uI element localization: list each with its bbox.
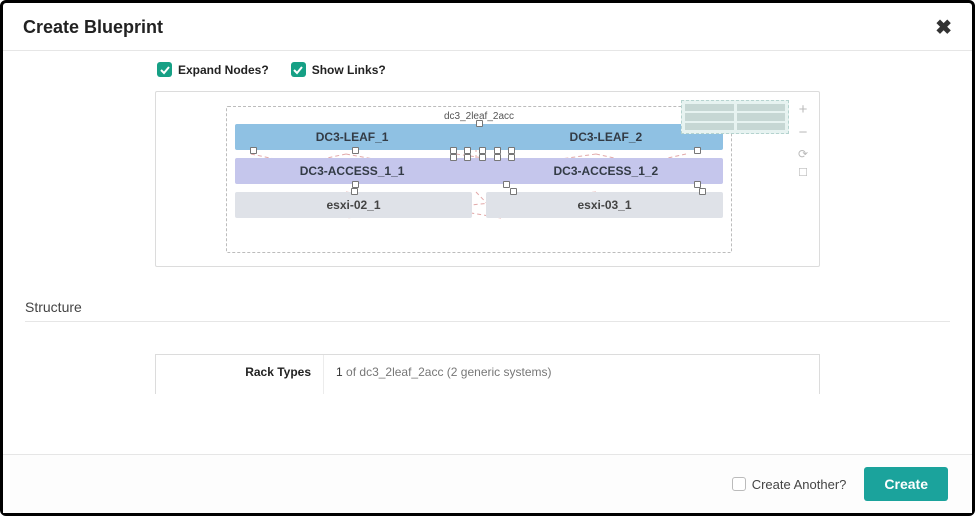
system-node[interactable]: esxi-02_1: [235, 192, 472, 218]
port-icon: [494, 154, 501, 161]
rack-types-value[interactable]: 1 of dc3_2leaf_2acc (2 generic systems): [324, 355, 819, 394]
show-links-label: Show Links?: [312, 63, 386, 77]
rack-types-count: 1: [336, 365, 343, 379]
zoom-out-icon[interactable]: −: [799, 125, 808, 140]
port-icon: [694, 147, 701, 154]
port-icon: [508, 154, 515, 161]
port-icon: [450, 154, 457, 161]
expand-nodes-label: Expand Nodes?: [178, 63, 269, 77]
modal-body: Topology Preview Expand Nodes? Show Link…: [3, 51, 972, 454]
show-links-checkbox[interactable]: Show Links?: [291, 62, 386, 77]
port-icon: [699, 188, 706, 195]
system-label: esxi-03_1: [577, 198, 631, 212]
zoom-in-icon[interactable]: +: [799, 102, 808, 117]
port-icon: [508, 147, 515, 154]
port-icon: [479, 147, 486, 154]
rack-group: dc3_2leaf_2acc DC3-LEAF_1 DC3-LEAF_2: [226, 106, 732, 253]
check-icon: [157, 62, 172, 77]
create-another-label: Create Another?: [752, 477, 847, 492]
port-icon: [352, 181, 359, 188]
system-node[interactable]: esxi-03_1: [486, 192, 723, 218]
port-icon: [352, 147, 359, 154]
checkbox-icon: [732, 477, 746, 491]
port-icon: [464, 147, 471, 154]
check-icon: [291, 62, 306, 77]
topology-canvas[interactable]: dc3_2leaf_2acc DC3-LEAF_1 DC3-LEAF_2: [155, 91, 820, 267]
port-icon: [479, 154, 486, 161]
port-icon: [250, 147, 257, 154]
port-icon: [351, 188, 358, 195]
port-icon: [694, 181, 701, 188]
access-node[interactable]: DC3-ACCESS_1_1 DC3-ACCESS_1_2: [235, 158, 723, 184]
section-structure: Structure: [25, 291, 950, 322]
port-icon: [450, 147, 457, 154]
modal-title: Create Blueprint: [23, 17, 163, 38]
system-label: esxi-02_1: [326, 198, 380, 212]
reset-view-icon[interactable]: ⟳: [798, 148, 808, 160]
create-button[interactable]: Create: [864, 467, 948, 501]
close-icon[interactable]: ✖: [935, 15, 952, 40]
topology-minimap[interactable]: [681, 100, 789, 134]
rack-types-row: Rack Types 1 of dc3_2leaf_2acc (2 generi…: [155, 354, 820, 394]
port-icon: [476, 120, 483, 127]
port-icon: [494, 147, 501, 154]
leaf-node[interactable]: DC3-LEAF_1 DC3-LEAF_2: [235, 124, 723, 150]
rack-types-label: Rack Types: [156, 355, 324, 394]
port-icon: [464, 154, 471, 161]
access-label-right: DC3-ACCESS_1_2: [489, 158, 723, 184]
expand-nodes-checkbox[interactable]: Expand Nodes?: [157, 62, 269, 77]
create-another-checkbox[interactable]: Create Another?: [732, 477, 847, 492]
port-icon: [503, 181, 510, 188]
fit-view-icon[interactable]: ☐: [798, 168, 808, 179]
port-icon: [510, 188, 517, 195]
